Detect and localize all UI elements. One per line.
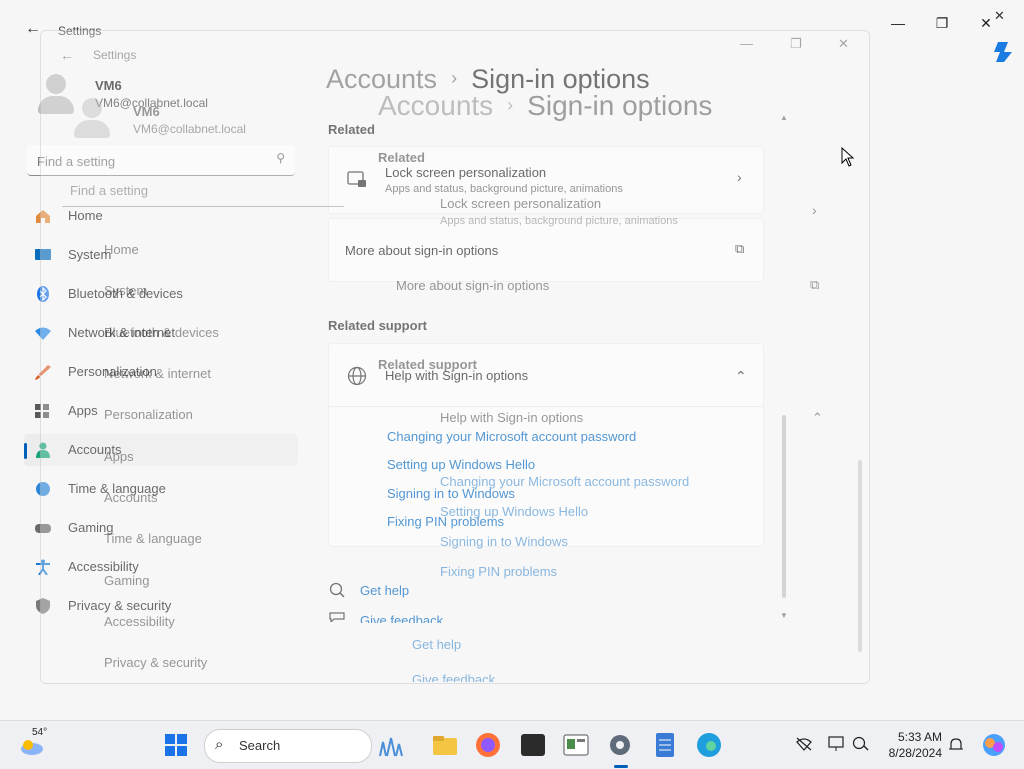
ghost-account-email: VM6@collabnet.local	[133, 122, 246, 136]
display-icon[interactable]	[828, 736, 846, 752]
ghost-breadcrumb-parent: Accounts	[378, 90, 494, 121]
ghost-link-2: Signing in to Windows	[440, 534, 568, 549]
ghost-account-name: VM6	[133, 104, 160, 119]
network-offline-icon[interactable]	[795, 736, 813, 752]
weather-temp: 54°	[32, 727, 48, 738]
copilot-taskbar-icon[interactable]	[980, 731, 1008, 759]
ghost-nav-home: Home	[104, 242, 139, 257]
ghost-nav-apps: Apps	[104, 449, 134, 464]
ghost-nav-privacy: Privacy & security	[104, 655, 208, 670]
clock[interactable]: 5:33 AM 8/28/2024	[880, 730, 942, 760]
terminal-icon[interactable]	[519, 731, 547, 759]
ghost-chevron-right-icon: ›	[812, 202, 817, 218]
edge-icon[interactable]	[695, 731, 723, 759]
file-explorer-icon[interactable]	[431, 731, 459, 759]
ghost-breadcrumb: Accounts › Sign-in options	[378, 90, 712, 122]
ghost-breadcrumb-separator: ›	[507, 95, 514, 115]
settings-gear-icon[interactable]	[606, 731, 634, 759]
notification-bell-icon[interactable]	[948, 736, 964, 754]
ghost-more-about-title: More about sign-in options	[396, 278, 550, 293]
ghost-close-button: ✕	[838, 36, 849, 51]
ghost-give-feedback: Give feedback	[412, 672, 496, 682]
start-windows-icon[interactable]	[162, 731, 190, 759]
control-panel-icon[interactable]	[562, 731, 590, 759]
ghost-get-help: Get help	[412, 637, 462, 652]
clock-date: 8/28/2024	[888, 746, 942, 760]
ghost-search-placeholder: Find a setting	[70, 183, 149, 198]
ghost-nav-system: System	[104, 283, 148, 298]
copilot-close-icon[interactable]: ✕	[994, 8, 1005, 24]
ghost-minimize-button: —	[740, 36, 753, 51]
ghost-page-title: Sign-in options	[527, 90, 713, 121]
ghost-chevron-up-icon: ⌃	[812, 410, 823, 425]
ghost-lock-screen-title: Lock screen personalization	[440, 196, 602, 211]
ghost-link-1: Setting up Windows Hello	[440, 504, 589, 519]
ghost-app-title: Settings	[93, 48, 137, 62]
ghost-nav-accounts: Accounts	[104, 490, 158, 505]
ghost-back-icon: ←	[60, 47, 74, 63]
accessibility-tray-icon[interactable]	[852, 736, 870, 752]
firefox-icon[interactable]	[474, 731, 502, 759]
ghost-scrollbar	[858, 460, 862, 652]
ghost-link-3: Fixing PIN problems	[440, 564, 558, 579]
ghost-avatar	[74, 98, 110, 138]
ghost-help-title: Help with Sign-in options	[440, 410, 584, 425]
taskbar: 54° ⌕ Search 5:33 AM 8/28/2024	[0, 720, 1024, 769]
notepad-icon[interactable]	[651, 731, 679, 759]
ghost-nav-personalization: Personalization	[104, 407, 193, 422]
ghost-lock-screen-subtitle: Apps and status, background picture, ani…	[440, 215, 678, 227]
copilot-icon[interactable]	[992, 40, 1014, 64]
ghost-nav-time-language: Time & language	[104, 531, 202, 546]
ghost-link-0: Changing your Microsoft account password	[440, 474, 690, 489]
clock-time: 5:33 AM	[897, 730, 942, 744]
weather-widget[interactable]: 54°	[18, 727, 48, 759]
mouse-cursor-icon	[841, 147, 855, 167]
ghost-nav-gaming: Gaming	[104, 573, 150, 588]
ghost-external-link-icon: ⧉	[810, 277, 820, 292]
ghost-maximize-button: ❐	[790, 36, 802, 51]
taskbar-search[interactable]: ⌕ Search	[204, 729, 403, 763]
ghost-nav-network: Network & internet	[104, 366, 211, 381]
search-highlight-icon	[379, 737, 403, 757]
taskbar-search-label: Search	[239, 738, 281, 753]
search-icon: ⌕	[215, 736, 224, 753]
ghost-window-content: ← Settings — ❐ ✕ VM6 VM6@collabnet.local…	[0, 0, 1024, 768]
ghost-related-heading: Related	[378, 150, 425, 165]
ghost-nav-bluetooth: Bluetooth & devices	[104, 325, 219, 340]
ghost-nav-accessibility: Accessibility	[104, 614, 175, 629]
ghost-related-support-heading: Related support	[378, 357, 477, 372]
